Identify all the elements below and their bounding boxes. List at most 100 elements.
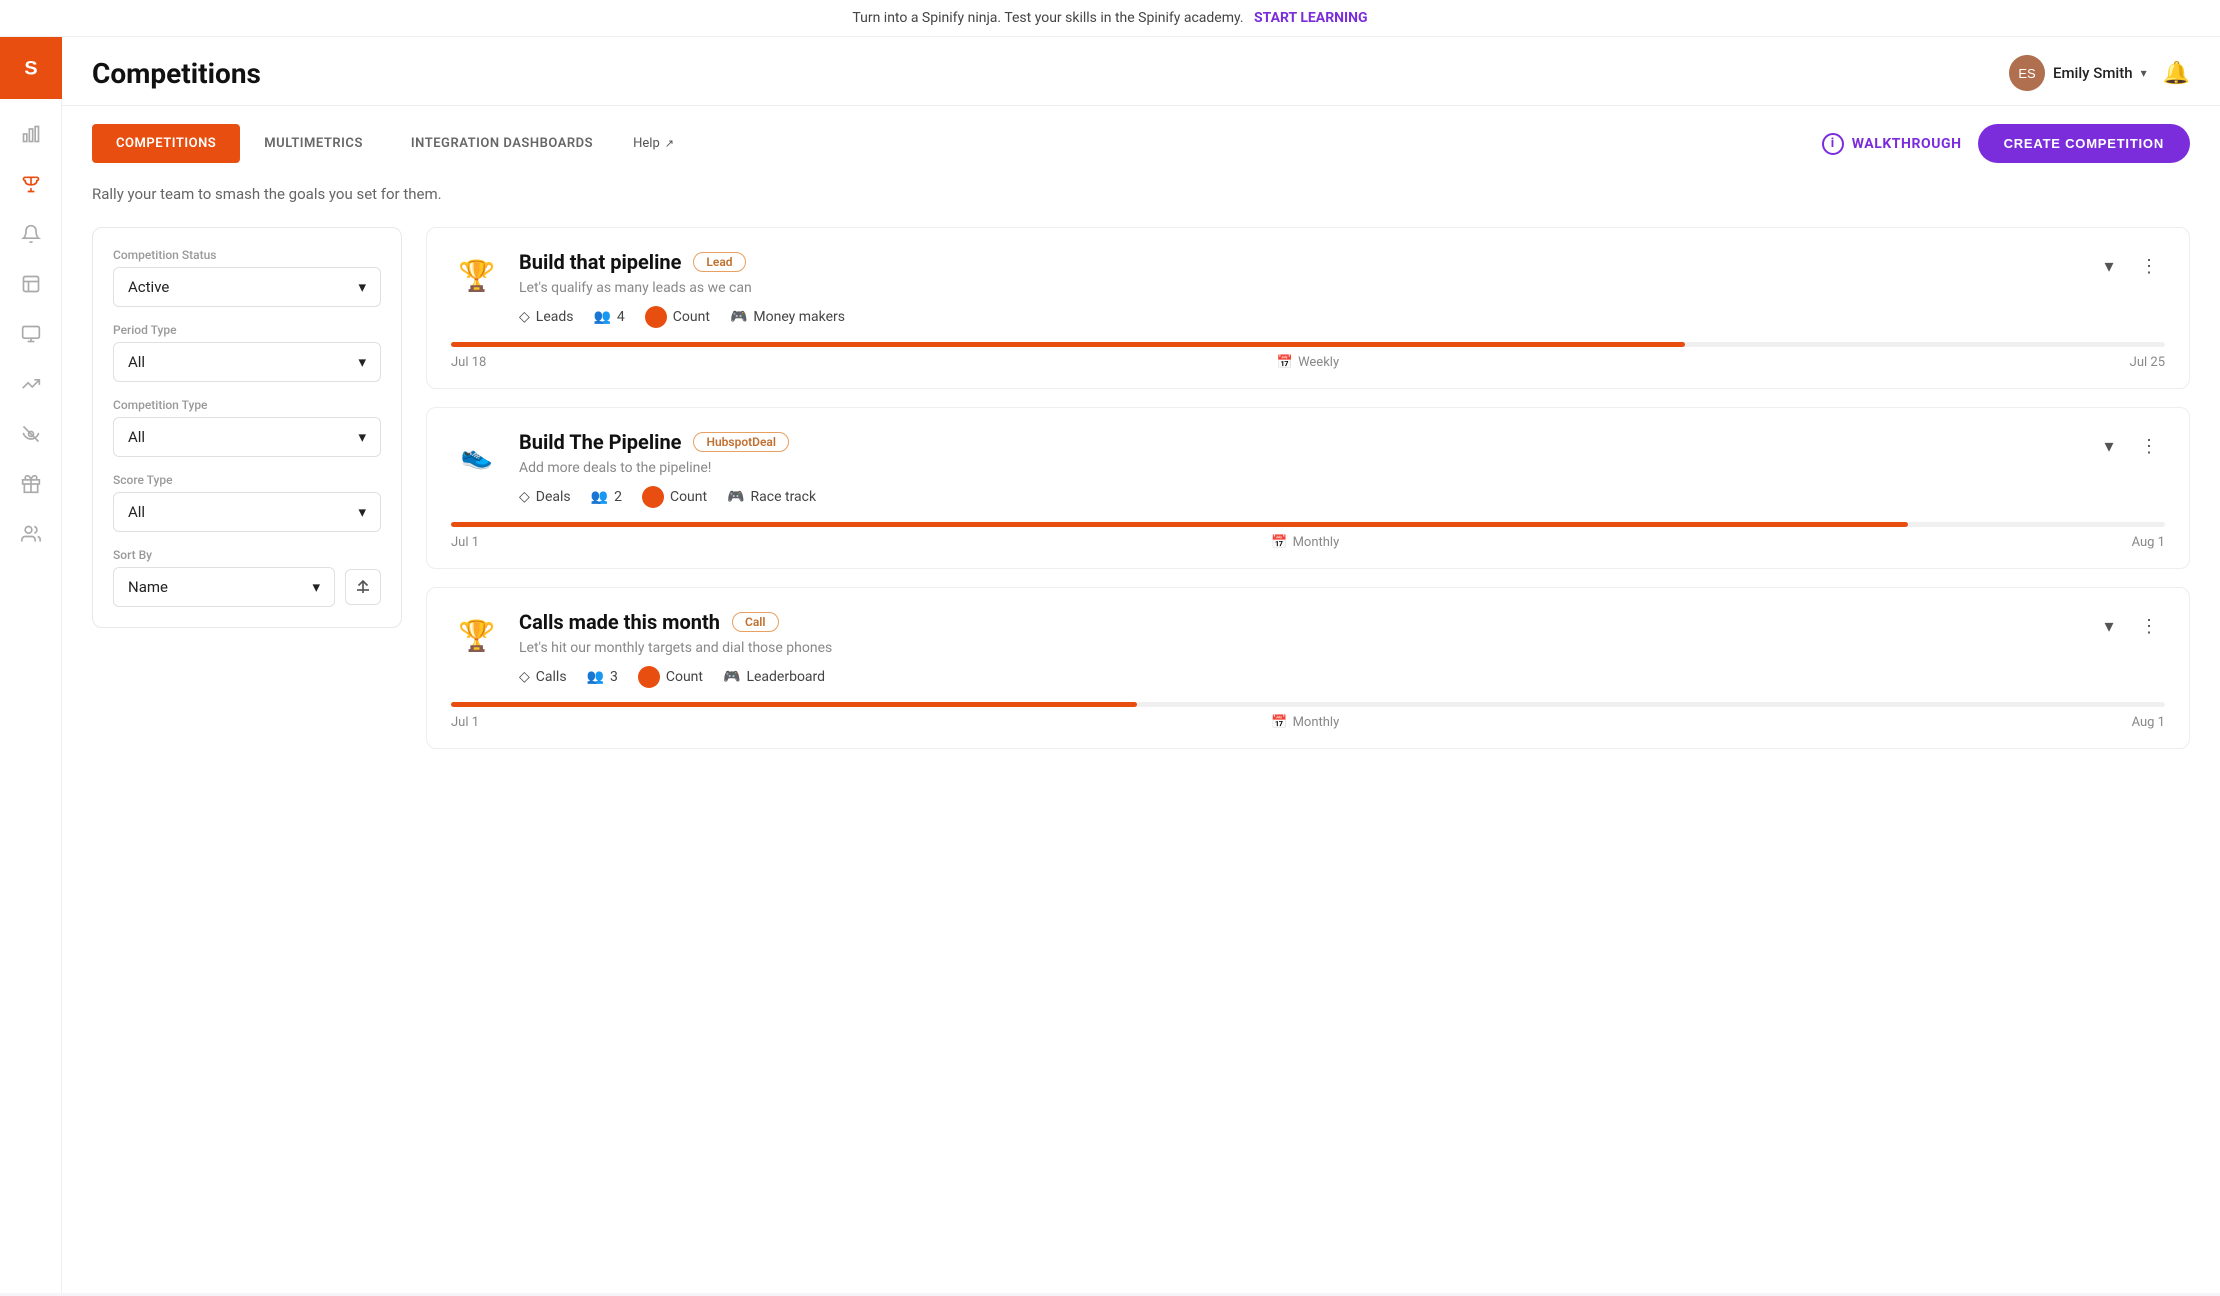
banner-cta[interactable]: START LEARNING: [1254, 10, 1368, 26]
expand-button[interactable]: ▾: [2093, 250, 2125, 282]
chevron-down-icon: ▾: [358, 503, 366, 521]
score-type-label: Score Type: [113, 473, 381, 487]
more-options-button[interactable]: ⋮: [2133, 610, 2165, 642]
walkthrough-button[interactable]: i WALKTHROUGH: [1822, 133, 1962, 155]
participants-item: 👥 2: [591, 489, 622, 505]
banner-text: Turn into a Spinify ninja. Test your ski…: [852, 10, 1243, 26]
score-dot: [645, 306, 667, 328]
competition-description: Add more deals to the pipeline!: [519, 460, 2077, 476]
people-icon: 👥: [591, 489, 608, 505]
card-title-row: Build that pipeline Lead: [519, 250, 2077, 274]
tab-integration-dashboards[interactable]: INTEGRATION DASHBOARDS: [387, 124, 617, 163]
sort-by-select[interactable]: Name ▾: [113, 567, 335, 607]
competition-icon: 👟: [451, 430, 503, 482]
period-type-select[interactable]: All ▾: [113, 342, 381, 382]
sidebar-item-watch[interactable]: [10, 413, 52, 455]
participants-item: 👥 4: [593, 309, 624, 325]
card-header: 👟 Build The Pipeline HubspotDeal Add mor…: [451, 430, 2165, 508]
card-main: Build The Pipeline HubspotDeal Add more …: [519, 430, 2077, 508]
progress-bar: [451, 522, 1908, 527]
competition-status-select[interactable]: Active ▾: [113, 267, 381, 307]
sort-direction-button[interactable]: [345, 569, 381, 605]
participants-item: 👥 3: [587, 669, 618, 685]
expand-button[interactable]: ▾: [2093, 430, 2125, 462]
card-actions: ▾ ⋮: [2093, 250, 2165, 282]
page-header: Competitions ES Emily Smith ▾ 🔔: [62, 37, 2220, 106]
competition-description: Let's hit our monthly targets and dial t…: [519, 640, 2077, 656]
display-icon: 🎮: [727, 489, 744, 505]
period-type-label: Period Type: [113, 323, 381, 337]
display-item: 🎮 Race track: [727, 489, 816, 505]
bell-icon[interactable]: 🔔: [2163, 61, 2190, 86]
score-type-select[interactable]: All ▾: [113, 492, 381, 532]
competition-badge: Call: [732, 612, 779, 632]
competition-badge: Lead: [693, 252, 745, 272]
chevron-down-icon: ▾: [358, 278, 366, 296]
people-icon: 👥: [593, 309, 610, 325]
card-main: Calls made this month Call Let's hit our…: [519, 610, 2077, 688]
diamond-icon: ◇: [519, 309, 530, 325]
tab-competitions[interactable]: COMPETITIONS: [92, 124, 240, 163]
sidebar-item-reports[interactable]: [10, 263, 52, 305]
page-subtitle: Rally your team to smash the goals you s…: [92, 185, 2190, 203]
user-name: Emily Smith: [2053, 64, 2133, 82]
sidebar-item-display[interactable]: [10, 313, 52, 355]
competition-title: Build The Pipeline: [519, 430, 681, 454]
score-dot: [638, 666, 660, 688]
chevron-down-icon: ▾: [358, 353, 366, 371]
progress-bar-wrap: [451, 702, 2165, 707]
sidebar-item-rewards[interactable]: [10, 463, 52, 505]
competition-list: 🏆 Build that pipeline Lead Let's qualify…: [426, 227, 2190, 767]
end-date: Aug 1: [2132, 715, 2165, 730]
score-dot: [642, 486, 664, 508]
card-meta: ◇ Deals 👥 2 Count: [519, 486, 2077, 508]
info-icon: i: [1822, 133, 1844, 155]
sidebar-item-trends[interactable]: [10, 363, 52, 405]
competition-type-label: Competition Type: [113, 398, 381, 412]
page-title: Competitions: [92, 57, 261, 90]
end-date: Aug 1: [2132, 535, 2165, 550]
tab-multimetrics[interactable]: MULTIMETRICS: [240, 124, 387, 163]
start-date: Jul 1: [451, 715, 479, 730]
competition-description: Let's qualify as many leads as we can: [519, 280, 2077, 296]
calendar-icon: 📅: [1271, 535, 1287, 550]
period-info: 📅 Monthly: [1271, 535, 1339, 550]
competition-card: 🏆 Calls made this month Call Let's hit o…: [426, 587, 2190, 749]
diamond-icon: ◇: [519, 489, 530, 505]
score-item: Count: [645, 306, 710, 328]
card-main: Build that pipeline Lead Let's qualify a…: [519, 250, 2077, 328]
help-link[interactable]: Help ↗: [633, 136, 674, 151]
display-item: 🎮 Money makers: [730, 309, 845, 325]
tab-right-actions: i WALKTHROUGH CREATE COMPETITION: [1822, 124, 2190, 163]
competition-badge: HubspotDeal: [693, 432, 789, 452]
competition-type-select[interactable]: All ▾: [113, 417, 381, 457]
card-meta: ◇ Leads 👥 4 Count: [519, 306, 2077, 328]
expand-button[interactable]: ▾: [2093, 610, 2125, 642]
sidebar-item-team[interactable]: [10, 513, 52, 555]
competition-title: Build that pipeline: [519, 250, 681, 274]
card-meta: ◇ Calls 👥 3 Count: [519, 666, 2077, 688]
filter-period-type: Period Type All ▾: [113, 323, 381, 382]
progress-bar-wrap: [451, 342, 2165, 347]
app-logo[interactable]: S: [0, 37, 62, 99]
filter-competition-status: Competition Status Active ▾: [113, 248, 381, 307]
more-options-button[interactable]: ⋮: [2133, 250, 2165, 282]
sidebar-item-analytics[interactable]: [10, 113, 52, 155]
create-competition-button[interactable]: CREATE COMPETITION: [1978, 124, 2190, 163]
user-info[interactable]: ES Emily Smith ▾: [2009, 55, 2147, 91]
metric-item: ◇ Leads: [519, 309, 573, 325]
main-content: Competitions ES Emily Smith ▾ 🔔 COMPETIT…: [62, 37, 2220, 1293]
content-layout: Competition Status Active ▾ Period Type …: [92, 227, 2190, 767]
more-options-button[interactable]: ⋮: [2133, 430, 2165, 462]
top-banner: Turn into a Spinify ninja. Test your ski…: [0, 0, 2220, 37]
sidebar-item-announcements[interactable]: [10, 213, 52, 255]
competition-card: 🏆 Build that pipeline Lead Let's qualify…: [426, 227, 2190, 389]
svg-text:ES: ES: [2018, 66, 2036, 81]
card-title-row: Build The Pipeline HubspotDeal: [519, 430, 2077, 454]
filter-score-type: Score Type All ▾: [113, 473, 381, 532]
competition-status-label: Competition Status: [113, 248, 381, 262]
display-icon: 🎮: [723, 669, 740, 685]
sidebar-item-competitions[interactable]: [10, 163, 52, 205]
competition-icon: 🏆: [451, 610, 503, 662]
period-info: 📅 Monthly: [1271, 715, 1339, 730]
